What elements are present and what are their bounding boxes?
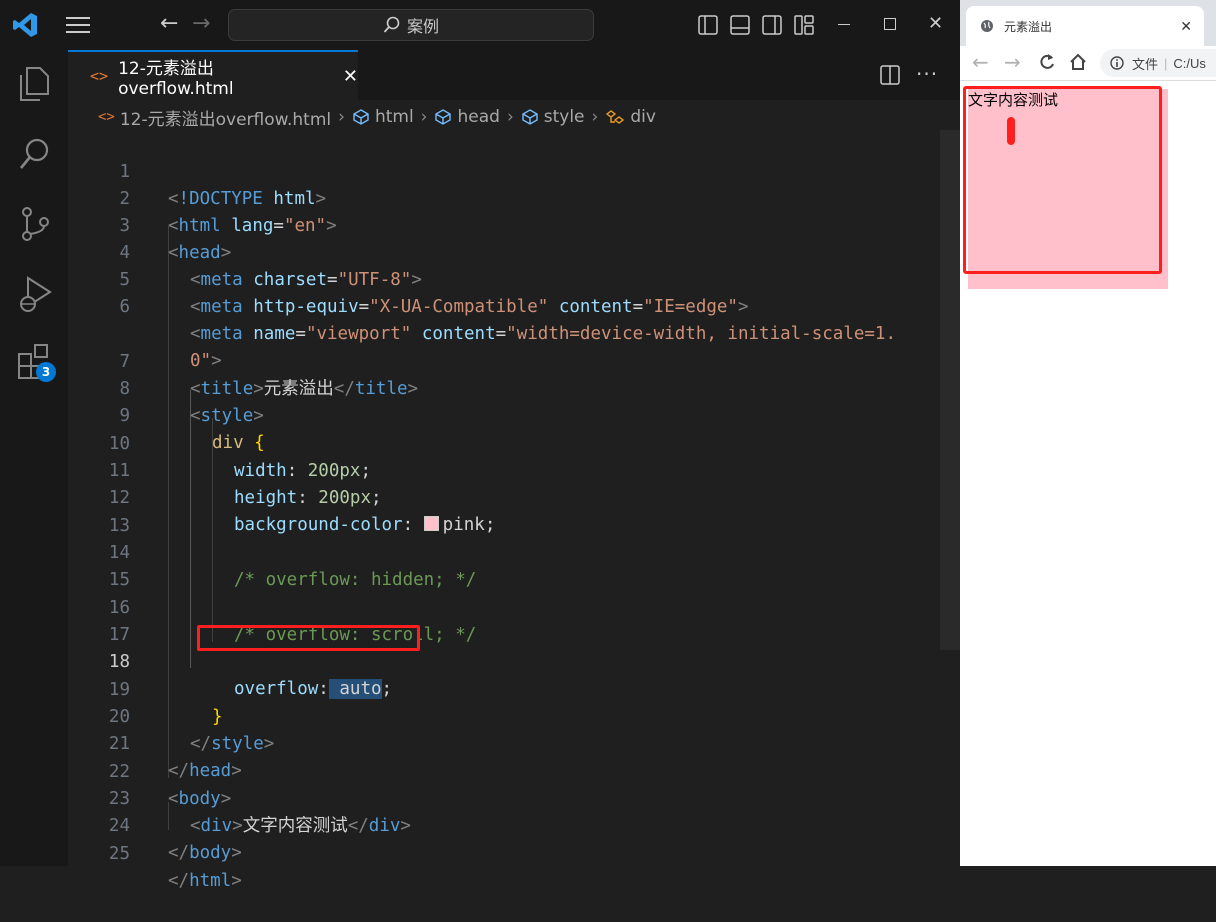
code-line: 12 background-color: pink; — [108, 488, 496, 535]
address-bar[interactable]: 文件 | C:/Us — [1100, 49, 1216, 77]
symbol-element-icon — [522, 109, 538, 125]
symbol-element-icon — [353, 109, 369, 125]
browser-tab-title: 元素溢出 — [1004, 19, 1053, 34]
code-line: 16 /* overflow: scroll; */ — [108, 598, 477, 645]
code-line: 20 </style> — [108, 707, 275, 754]
address-separator: | — [1164, 55, 1168, 71]
reload-icon[interactable] — [1038, 53, 1056, 71]
info-icon[interactable] — [1110, 56, 1124, 70]
breadcrumb-item-style[interactable]: style — [521, 107, 585, 127]
code-line: 17 — [108, 625, 130, 645]
symbol-element-icon — [435, 109, 452, 125]
close-window-icon[interactable]: ✕ — [928, 12, 943, 36]
code-line: 3 <head> — [119, 216, 232, 263]
code-line: 6 <meta name="viewport" content="width=d… — [119, 297, 896, 344]
code-line: 9 div { — [119, 406, 265, 453]
run-debug-icon[interactable] — [16, 274, 54, 314]
code-line: 1 <!DOCTYPE html> — [119, 162, 327, 209]
activity-bar: 3 — [0, 50, 68, 866]
code-line: 23 <div>文字内容测试</div> — [108, 789, 411, 836]
code-line: 11 height: 200px; — [108, 461, 382, 508]
close-tab-icon[interactable]: ✕ — [1180, 18, 1192, 35]
code-line: 19 } — [108, 680, 223, 727]
search-text: 案例 — [406, 17, 439, 36]
source-control-icon[interactable] — [18, 206, 52, 242]
menu-icon[interactable] — [66, 14, 90, 36]
editor-area: <> 12-元素溢出overflow.html ✕ ··· <> 12-元素溢出… — [68, 50, 960, 891]
address-url: C:/Us — [1173, 55, 1206, 71]
vscode-window: ← → 案例 ✕ 3 <> 12-元素溢出overflow.html ✕ ···… — [0, 0, 960, 891]
code-line: 2 <html lang="en"> — [119, 189, 337, 236]
toggle-secondary-sidebar-icon[interactable] — [762, 15, 782, 35]
html-file-icon: <> — [98, 109, 115, 125]
annotation-mark — [1007, 117, 1015, 145]
tab-active-file[interactable]: <> 12-元素溢出overflow.html ✕ — [68, 50, 358, 100]
back-arrow-icon[interactable]: ← — [972, 50, 989, 74]
code-editor[interactable]: 1 <!DOCTYPE html> 2 <html lang="en"> 3 <… — [68, 132, 938, 891]
breadcrumb: <> 12-元素溢出overflow.html › html › head › … — [68, 104, 656, 130]
forward-arrow-icon[interactable]: → — [192, 12, 210, 36]
back-arrow-icon[interactable]: ← — [160, 12, 178, 36]
breadcrumb-separator: › — [506, 107, 514, 127]
editor-scrollbar[interactable] — [940, 130, 960, 866]
code-line: 8 <style> — [119, 379, 264, 426]
close-tab-icon[interactable]: ✕ — [343, 66, 358, 87]
browser-tab[interactable]: 元素溢出 ✕ — [966, 6, 1204, 46]
breadcrumb-item-head[interactable]: head — [434, 107, 500, 127]
breadcrumb-separator: › — [591, 107, 599, 127]
vscode-logo-icon — [13, 13, 37, 37]
more-actions-icon[interactable]: ··· — [916, 62, 938, 86]
highlight-annotation-box — [963, 86, 1162, 274]
minimize-icon[interactable] — [838, 24, 850, 25]
tab-label: 12-元素溢出overflow.html — [118, 58, 234, 99]
tab-bar: <> 12-元素溢出overflow.html ✕ ··· — [68, 50, 960, 100]
search-icon[interactable] — [18, 136, 52, 172]
extensions-icon[interactable]: 3 — [16, 342, 56, 382]
command-center-search[interactable]: 案例 — [228, 9, 594, 41]
code-line: 4 <meta charset="UTF-8"> — [119, 243, 422, 290]
code-line: 24 </body> — [108, 816, 242, 863]
code-line-wrapped: 0"> — [190, 351, 222, 371]
explorer-icon[interactable] — [18, 66, 52, 102]
code-line: 14 /* overflow: hidden; */ — [108, 543, 477, 590]
address-scheme-label: 文件 — [1132, 56, 1159, 72]
breadcrumb-separator: › — [338, 107, 345, 127]
customize-layout-icon[interactable] — [794, 15, 814, 35]
breadcrumb-item-div[interactable]: div — [605, 107, 656, 127]
home-icon[interactable] — [1068, 52, 1088, 72]
code-line: 25 </html> — [108, 844, 242, 891]
browser-tab-bar: 元素溢出 ✕ — [960, 0, 1216, 46]
scrollbar-thumb[interactable] — [940, 130, 960, 650]
code-line: 22 <body> — [108, 762, 232, 809]
breadcrumb-item-html[interactable]: html — [352, 107, 414, 127]
highlight-annotation-box — [197, 625, 420, 651]
code-line: 5 <meta http-equiv="X-UA-Compatible" con… — [119, 270, 749, 317]
extensions-badge: 3 — [36, 362, 56, 382]
toggle-panel-icon[interactable] — [730, 15, 750, 35]
search-icon — [383, 16, 400, 33]
symbol-class-icon — [606, 110, 625, 124]
split-editor-icon[interactable] — [880, 65, 900, 85]
maximize-icon[interactable] — [884, 18, 896, 30]
breadcrumb-item-file[interactable]: <> 12-元素溢出overflow.html — [98, 105, 331, 130]
code-line: 7 <title>元素溢出</title> — [119, 352, 419, 399]
title-bar: ← → 案例 ✕ — [0, 0, 960, 50]
code-line: 10 width: 200px; — [108, 434, 371, 481]
toggle-sidebar-icon[interactable] — [698, 15, 718, 35]
breadcrumb-separator: › — [420, 107, 428, 127]
browser-viewport: 文字内容测试 — [960, 81, 1216, 866]
globe-icon — [981, 20, 993, 32]
code-line: 15 — [108, 570, 130, 590]
html-file-icon: <> — [90, 67, 109, 85]
forward-arrow-icon[interactable]: → — [1004, 50, 1021, 74]
browser-toolbar: ← → 文件 | C:/Us — [960, 46, 1216, 81]
code-line: 13 — [108, 516, 130, 536]
code-line: 21 </head> — [108, 734, 242, 781]
browser-window: 元素溢出 ✕ ← → 文件 | C:/Us 文字内容测试 — [960, 0, 1216, 866]
